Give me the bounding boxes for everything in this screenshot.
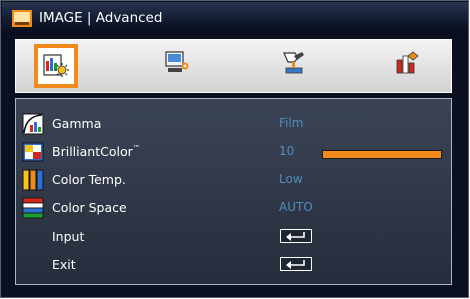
menu-item-color-temp[interactable]: Color Temp. Low <box>16 166 451 196</box>
color-space-value: AUTO <box>279 200 313 214</box>
menu-tab-bar <box>15 39 452 93</box>
title-bar: IMAGE | Advanced <box>2 2 468 35</box>
gamma-label: Gamma <box>52 116 102 131</box>
osd-menu: IMAGE | Advanced Gamma Film BrilliantCol… <box>0 0 469 298</box>
brilliantcolor-label-text: BrilliantColor <box>52 144 133 159</box>
gamma-icon <box>22 113 44 135</box>
brilliantcolor-icon <box>22 141 44 163</box>
menu-item-input[interactable]: Input <box>16 223 451 253</box>
enter-icon <box>286 232 305 241</box>
input-enter-button[interactable] <box>280 229 312 243</box>
enter-icon <box>286 260 305 269</box>
color-temp-label: Color Temp. <box>52 172 126 187</box>
exit-label: Exit <box>52 257 76 272</box>
menu-item-brilliantcolor[interactable]: BrilliantColor™ 10 <box>16 138 451 168</box>
menu-item-color-space[interactable]: Color Space AUTO <box>16 194 451 224</box>
options-info-icon <box>396 51 419 74</box>
tab-image[interactable] <box>34 44 78 88</box>
input-label: Input <box>52 229 85 244</box>
color-temp-icon <box>22 169 44 191</box>
advanced-menu-panel: Gamma Film BrilliantColor™ 10 Color Temp… <box>15 98 452 285</box>
menu-item-exit[interactable]: Exit <box>16 251 451 281</box>
tab-options[interactable] <box>388 44 432 88</box>
color-space-icon <box>22 197 44 219</box>
trademark-symbol: ™ <box>132 144 140 152</box>
image-settings-icon <box>43 54 69 77</box>
tab-setup[interactable] <box>274 44 318 88</box>
setup-icon <box>283 52 304 74</box>
tab-display[interactable] <box>158 44 202 88</box>
display-settings-icon <box>165 51 189 72</box>
image-menu-icon <box>11 9 33 29</box>
color-temp-value: Low <box>279 172 303 186</box>
color-space-label: Color Space <box>52 200 127 215</box>
brilliantcolor-label: BrilliantColor™ <box>52 144 140 159</box>
brilliantcolor-level-bar[interactable] <box>322 150 442 159</box>
menu-item-gamma[interactable]: Gamma Film <box>16 110 451 140</box>
gamma-value: Film <box>279 116 304 130</box>
exit-enter-button[interactable] <box>280 257 312 271</box>
window-title: IMAGE | Advanced <box>39 10 163 26</box>
brilliantcolor-value: 10 <box>279 144 295 158</box>
